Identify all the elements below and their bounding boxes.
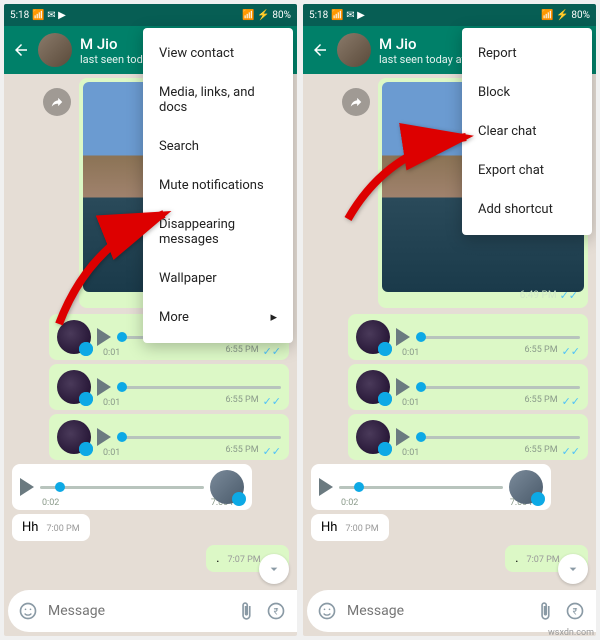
voice-message[interactable]: 0:01 6:55 PM ✓✓ [348,314,588,360]
battery-text: 80% [272,10,291,21]
voice-time: 6:55 PM [225,345,258,358]
camera-icon[interactable] [595,601,596,621]
voice-avatar [210,470,244,504]
play-icon[interactable] [396,378,410,396]
rupee-icon[interactable]: ₹ [266,601,286,621]
menu-search[interactable]: Search [143,127,293,166]
phone-right: 5:18📶 ✉ ▶ 📶 ⚡80% M Jio last seen today a… [303,4,596,636]
text-message-in[interactable]: Hh7:00 PM [12,514,90,541]
message-input-container: ₹ [8,590,297,632]
notif-icon: 📶 ✉ ▶ [32,10,65,21]
svg-text:₹: ₹ [573,607,578,617]
phone-left: 5:18 📶 ✉ ▶ 📶 ⚡ 80% M Jio last seen today… [4,4,297,636]
scroll-down-button[interactable] [259,554,289,584]
annotation-arrow [49,204,179,338]
svg-text:₹: ₹ [274,607,279,617]
emoji-icon[interactable] [317,601,337,621]
emoji-icon[interactable] [18,601,38,621]
menu-add-shortcut[interactable]: Add shortcut [462,190,592,229]
play-icon[interactable] [20,478,34,496]
forward-icon[interactable] [43,88,71,116]
voice-duration: 0:01 [103,348,120,358]
attach-icon[interactable] [535,601,555,621]
read-ticks-icon: ✓✓ [263,345,281,358]
voice-message-incoming[interactable]: 0:02 7:00 PM [12,464,252,510]
watermark: wsxdn.com [548,628,594,638]
back-icon[interactable] [311,41,329,59]
voice-track[interactable] [117,436,281,439]
play-icon[interactable] [396,328,410,346]
voice-track[interactable] [117,386,281,389]
chevron-right-icon: ▸ [270,310,277,325]
voice-track[interactable] [40,486,204,489]
voice-message[interactable]: 0:01 6:55 PM ✓✓ [348,414,588,460]
status-time: 5:18 [10,10,29,21]
status-bar: 5:18 📶 ✉ ▶ 📶 ⚡ 80% [4,4,297,26]
more-submenu: Report Block Clear chat Export chat Add … [462,28,592,235]
signal-icon: 📶 ⚡ [242,10,269,21]
input-bar: ₹ [307,590,592,632]
menu-report[interactable]: Report [462,34,592,73]
rupee-icon[interactable]: ₹ [565,601,585,621]
scroll-down-button[interactable] [558,554,588,584]
menu-export-chat[interactable]: Export chat [462,151,592,190]
message-input[interactable] [347,603,525,619]
voice-message[interactable]: 0:01 6:55 PM ✓✓ [49,364,289,410]
message-input[interactable] [48,603,226,619]
play-icon[interactable] [97,378,111,396]
mic-badge-icon [79,442,93,456]
annotation-arrow [338,119,478,233]
voice-message[interactable]: 0:01 6:55 PM ✓✓ [49,414,289,460]
menu-block[interactable]: Block [462,73,592,112]
play-icon[interactable] [319,478,333,496]
voice-avatar [57,420,91,454]
play-icon[interactable] [97,428,111,446]
menu-view-contact[interactable]: View contact [143,34,293,73]
menu-clear-chat[interactable]: Clear chat [462,112,592,151]
text-message-in[interactable]: Hh7:00 PM [311,514,389,541]
attach-icon[interactable] [236,601,256,621]
mic-badge-icon [79,342,93,356]
forward-icon[interactable] [342,88,370,116]
voice-message[interactable]: 0:01 6:55 PM ✓✓ [348,364,588,410]
back-icon[interactable] [12,41,30,59]
menu-mute[interactable]: Mute notifications [143,166,293,205]
camera-icon[interactable] [296,601,297,621]
status-bar: 5:18📶 ✉ ▶ 📶 ⚡80% [303,4,596,26]
contact-avatar[interactable] [38,33,72,67]
contact-avatar[interactable] [337,33,371,67]
voice-avatar [57,370,91,404]
menu-media[interactable]: Media, links, and docs [143,73,293,127]
input-bar: ₹ [8,590,293,632]
play-icon[interactable] [396,428,410,446]
voice-message-incoming[interactable]: 0:02 7:00 PM [311,464,551,510]
mic-badge-icon [79,392,93,406]
